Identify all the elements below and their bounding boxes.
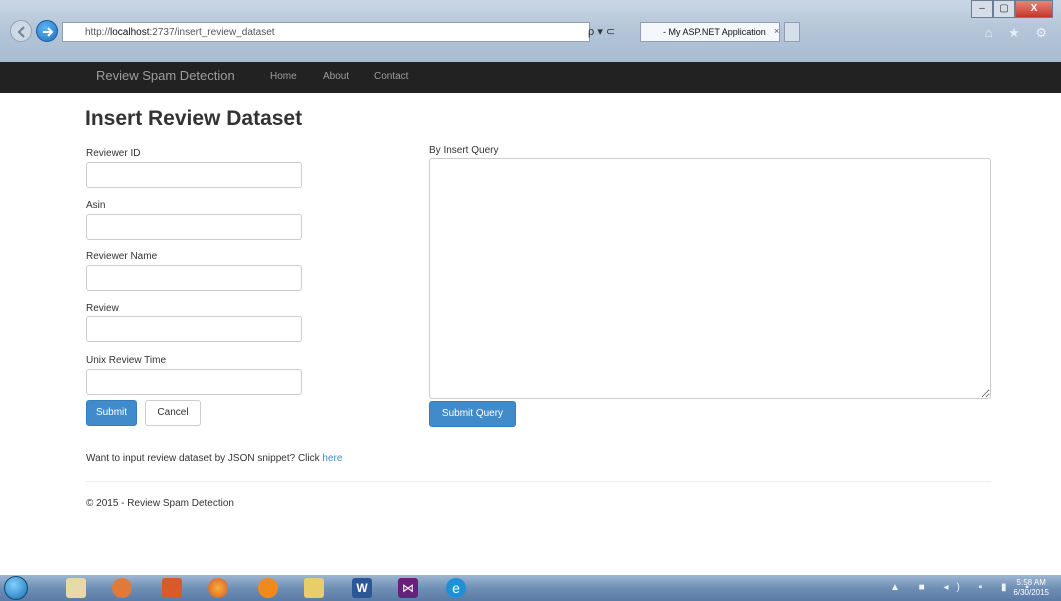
taskbar-clock[interactable]: 5:58 AM 6/30/2015 — [1013, 578, 1049, 598]
browser-chrome: http://localhost:2737/insert_review_data… — [0, 0, 1061, 62]
maximize-button[interactable]: ▢ — [993, 0, 1015, 18]
insert-query-label: By Insert Query — [429, 145, 499, 156]
footer-divider — [86, 481, 991, 482]
url-path: :2737/insert_review_dataset — [149, 27, 275, 38]
reviewer-id-input[interactable] — [86, 162, 302, 188]
nav-link-about[interactable]: About — [323, 71, 349, 82]
site-navbar: Review Spam Detection Home About Contact — [0, 62, 1061, 93]
start-button[interactable] — [4, 576, 28, 600]
presentation-app-icon[interactable] — [162, 578, 182, 598]
json-snippet-prompt: Want to input review dataset by JSON sni… — [86, 453, 342, 464]
unix-review-time-label: Unix Review Time — [86, 355, 167, 366]
json-snippet-link[interactable]: here — [322, 453, 342, 464]
word-icon[interactable]: W — [352, 578, 372, 598]
search-refresh-icons[interactable]: ρ ▾ ⊂ — [588, 22, 636, 42]
submit-query-button[interactable]: Submit Query — [429, 401, 516, 427]
close-window-button[interactable]: X — [1015, 0, 1053, 18]
new-tab-button[interactable] — [784, 22, 800, 42]
back-arrow-icon — [17, 26, 25, 38]
footer-copyright: © 2015 - Review Spam Detection — [86, 498, 234, 509]
reviewer-name-input[interactable] — [86, 265, 302, 291]
review-label: Review — [86, 303, 119, 314]
nav-link-home[interactable]: Home — [270, 71, 297, 82]
tab-title: - My ASP.NET Application — [663, 27, 766, 37]
window-controls: – ▢ X — [971, 0, 1053, 18]
json-prompt-text: Want to input review dataset by JSON sni… — [86, 453, 320, 464]
file-explorer-icon[interactable] — [66, 578, 86, 598]
folder-icon[interactable] — [304, 578, 324, 598]
internet-explorer-icon[interactable]: e — [446, 578, 466, 598]
navbar-brand[interactable]: Review Spam Detection — [96, 68, 235, 83]
clock-date: 6/30/2015 — [1013, 588, 1049, 597]
chrome-canary-icon[interactable] — [258, 578, 278, 598]
url-prefix: http:// — [85, 27, 111, 38]
url-host: localhost — [110, 27, 150, 38]
unix-review-time-input[interactable] — [86, 369, 302, 395]
media-player-icon[interactable] — [112, 578, 132, 598]
clock-time: 5:58 AM — [1016, 578, 1046, 587]
forward-button[interactable] — [36, 20, 58, 42]
review-input[interactable] — [86, 316, 302, 342]
forward-arrow-icon — [43, 27, 54, 37]
asin-label: Asin — [86, 200, 106, 211]
minimize-button[interactable]: – — [971, 0, 993, 18]
cancel-button[interactable]: Cancel — [145, 400, 201, 426]
firefox-icon[interactable] — [208, 578, 228, 598]
submit-button[interactable]: Submit — [86, 400, 137, 426]
home-favorites-tools-icons[interactable]: ⌂ ★ ⚙ — [985, 25, 1053, 41]
asin-input[interactable] — [86, 214, 302, 240]
reviewer-id-label: Reviewer ID — [86, 148, 141, 159]
windows-taskbar: W ⋈ e ▲ ■ ◂) ▪ ▮ ▪ 5:58 AM 6/30/2015 — [0, 575, 1061, 601]
back-button[interactable] — [10, 20, 32, 42]
insert-query-textarea[interactable] — [429, 158, 991, 399]
reviewer-name-label: Reviewer Name — [86, 251, 158, 262]
visual-studio-icon[interactable]: ⋈ — [398, 578, 418, 598]
tab-close-icon[interactable]: × — [774, 26, 779, 36]
nav-link-contact[interactable]: Contact — [374, 71, 408, 82]
page-title: Insert Review Dataset — [85, 107, 303, 130]
browser-tab[interactable]: - My ASP.NET Application — [640, 22, 780, 42]
address-bar[interactable]: http://localhost:2737/insert_review_data… — [62, 22, 590, 42]
